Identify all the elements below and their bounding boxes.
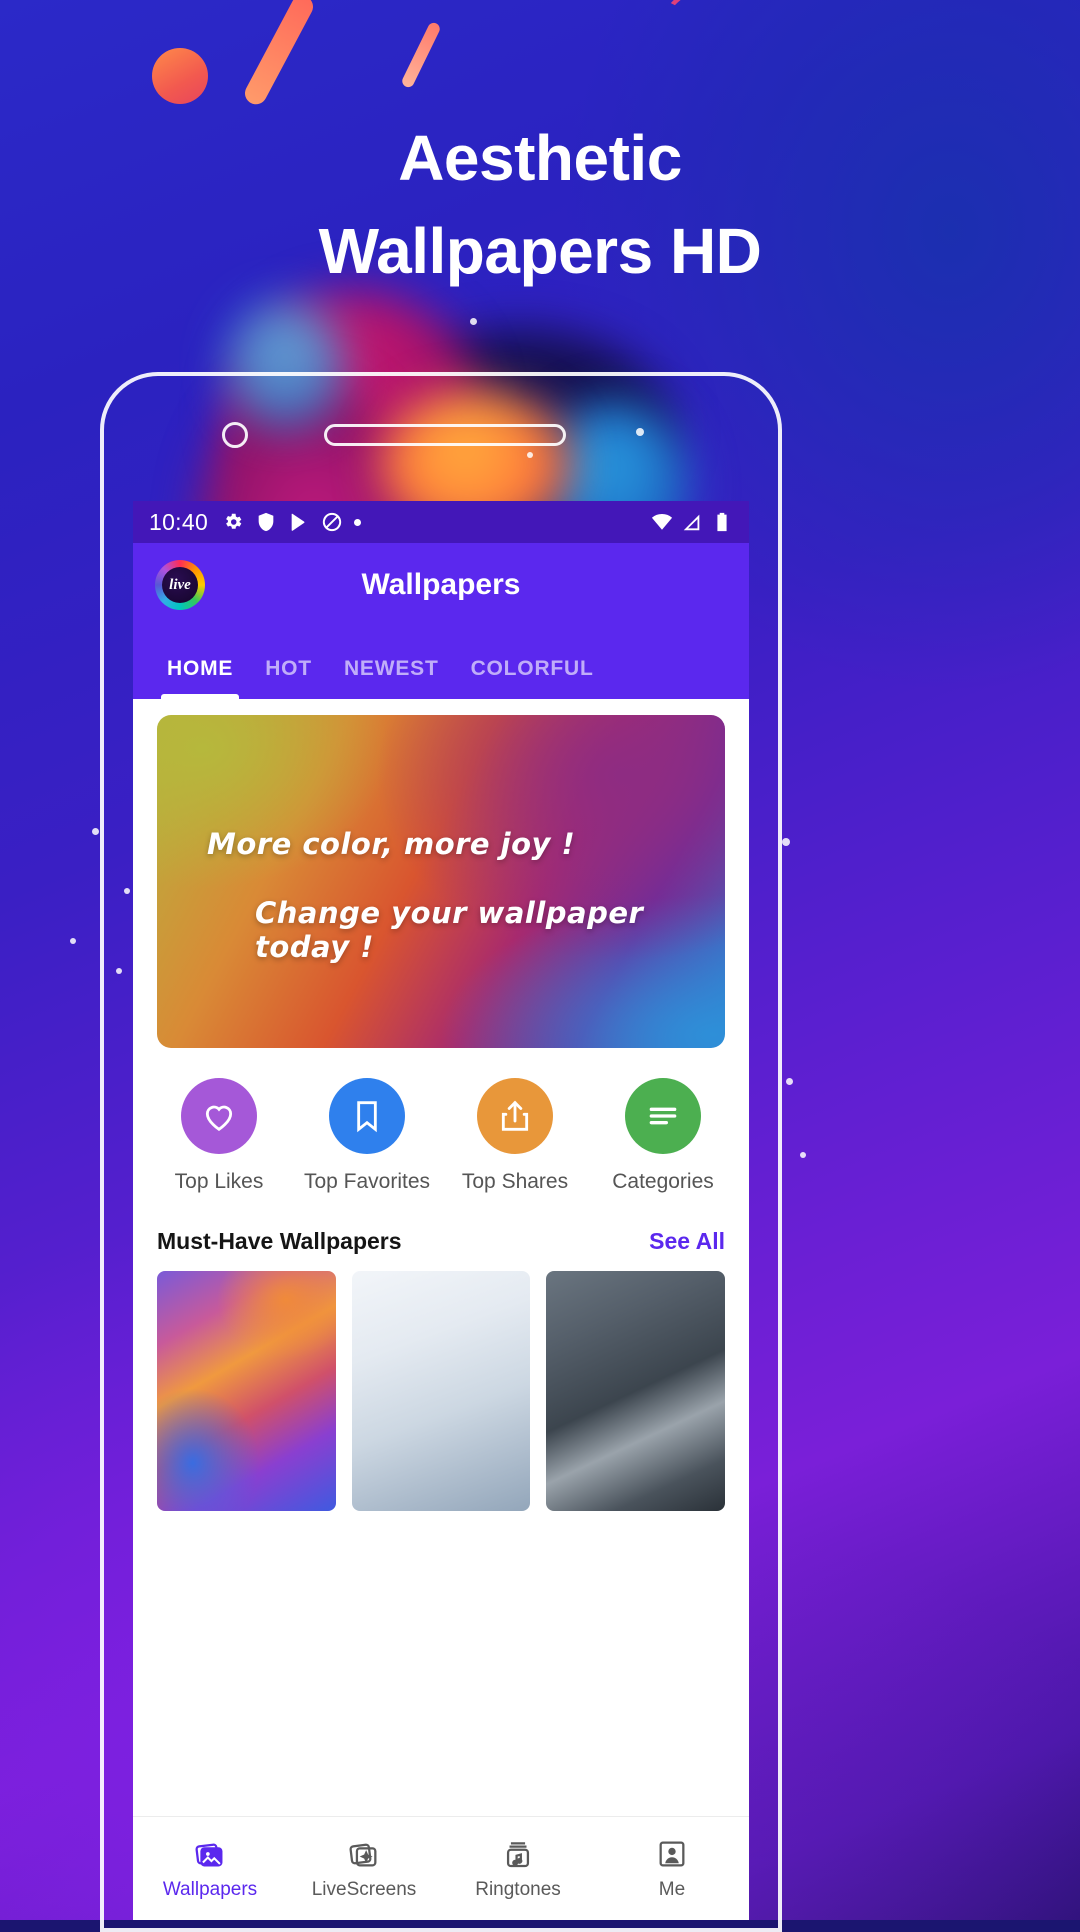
tab-hot[interactable]: HOT [249,657,328,699]
app-bar-title: Wallpapers [361,568,521,601]
bookmark-icon [357,1101,377,1133]
top-favorites-circle [329,1078,405,1154]
comet-streak-icon [241,0,317,109]
nav-label: Ringtones [475,1878,561,1900]
quick-action-label: Top Likes [174,1170,264,1193]
categories-circle [625,1078,701,1154]
play-store-icon [291,513,305,531]
section-title: Must-Have Wallpapers [157,1228,402,1254]
battery-icon [717,512,727,532]
see-all-link[interactable]: See All [649,1228,725,1255]
wallpaper-thumb-1[interactable] [157,1271,336,1511]
bottom-navigation-bar: Wallpapers LiveScreens Ringtones Me [133,1816,749,1920]
app-screen: 10:40 live Wallpapers HOME HOT NEWEST CO… [133,501,749,1920]
phone-camera-icon [222,422,248,448]
status-bar-system-icons [651,511,733,533]
list-icon [649,1107,677,1125]
section-header: Must-Have Wallpapers See All [133,1194,749,1255]
share-icon [501,1100,529,1131]
shield-icon [258,512,274,532]
nav-item-ringtones[interactable]: Ringtones [441,1817,595,1920]
wifi-icon [651,514,673,530]
gear-icon [226,513,242,529]
hero-banner[interactable]: More color, more joy ! Change your wallp… [157,715,725,1048]
wallpaper-thumb-2[interactable] [351,1271,531,1511]
nav-label: Wallpapers [162,1878,258,1900]
nav-label: LiveScreens [311,1878,417,1900]
quick-action-top-shares[interactable]: Top Shares [441,1078,589,1194]
quick-action-label: Categories [612,1170,714,1193]
person-icon [659,1841,685,1866]
top-likes-circle [181,1078,257,1154]
orange-orb-icon [152,48,208,104]
sparkle-dot [92,828,99,835]
images-icon [195,1843,223,1866]
top-shares-circle [477,1078,553,1154]
do-not-disturb-icon [322,512,342,532]
tab-newest[interactable]: NEWEST [328,657,455,699]
live-screens-icon [349,1843,377,1866]
wallpaper-thumbnail-row [133,1255,749,1511]
app-logo-label: live [169,576,191,593]
quick-action-top-likes[interactable]: Top Likes [145,1078,293,1194]
arc-swirl-icon [654,0,816,52]
sparkle-dot [800,1152,806,1158]
tab-bar: HOME HOT NEWEST COLORFUL [133,627,749,699]
quick-action-label: Top Shares [461,1170,569,1193]
status-bar-time: 10:40 [149,508,209,535]
quick-actions-row: Top Likes Top Favorites Top Shares Categ… [133,1048,749,1194]
promo-headline: Aesthetic Wallpapers HD [0,112,1080,298]
tab-home[interactable]: HOME [151,657,249,699]
sparkle-dot [70,938,76,944]
promo-headline-line-1: Aesthetic [398,122,682,194]
content-area: More color, more joy ! Change your wallp… [133,699,749,1511]
status-bar: 10:40 [133,501,749,543]
nav-item-me[interactable]: Me [595,1817,749,1920]
dot-icon [354,518,362,526]
status-bar-notification-icons [222,511,362,533]
signal-icon [683,514,700,531]
quick-action-label: Top Favorites [303,1170,431,1193]
quick-action-top-favorites[interactable]: Top Favorites [293,1078,441,1194]
hero-banner-line-2: Change your wallpaper today ! [255,896,644,964]
nav-item-wallpapers[interactable]: Wallpapers [133,1817,287,1920]
nav-label: Me [658,1878,686,1900]
sparkle-dot [782,838,790,846]
sparkle-dot [786,1078,793,1085]
nav-item-livescreens[interactable]: LiveScreens [287,1817,441,1920]
quick-action-categories[interactable]: Categories [589,1078,737,1194]
comet-streak-icon [400,20,442,90]
app-logo-icon[interactable]: live [155,560,205,610]
sparkle-dot [470,318,477,325]
wallpaper-thumb-3[interactable] [546,1271,726,1511]
tab-colorful[interactable]: COLORFUL [455,657,610,699]
heart-icon [205,1105,233,1132]
hero-banner-line-1: More color, more joy ! [207,827,576,861]
ringtone-icon [506,1841,530,1867]
app-bar: live Wallpapers [133,543,749,627]
phone-speaker-icon [324,424,566,446]
promo-headline-line-2: Wallpapers HD [318,214,762,287]
